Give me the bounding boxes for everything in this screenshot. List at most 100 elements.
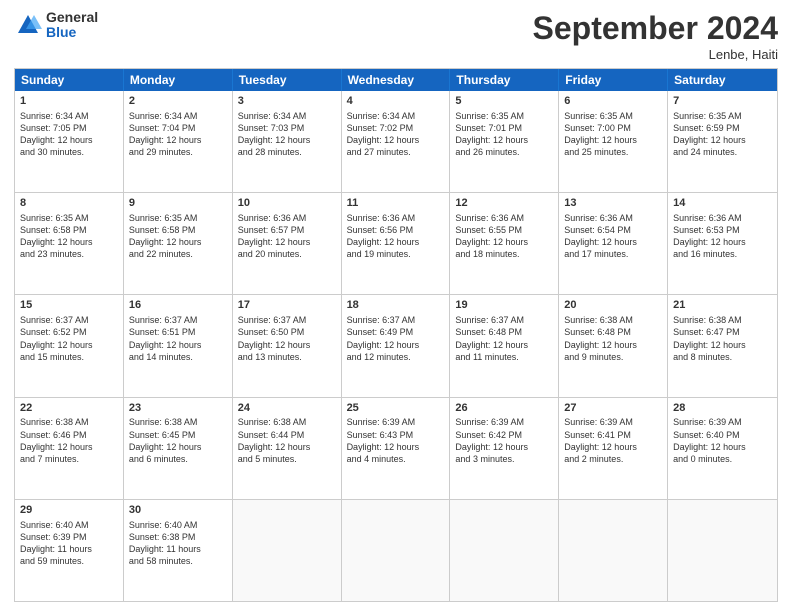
day-info: Sunrise: 6:35 AM [564, 110, 662, 122]
day-info: Sunrise: 6:38 AM [564, 314, 662, 326]
day-info: and 5 minutes. [238, 453, 336, 465]
day-info: and 17 minutes. [564, 248, 662, 260]
day-info: Daylight: 12 hours [455, 236, 553, 248]
month-title: September 2024 [533, 10, 778, 47]
day-number: 9 [129, 196, 227, 211]
day-info: Daylight: 11 hours [129, 543, 227, 555]
day-info: and 0 minutes. [673, 453, 772, 465]
day-info: Daylight: 12 hours [20, 441, 118, 453]
day-info: Sunset: 6:39 PM [20, 531, 118, 543]
cal-cell: 5Sunrise: 6:35 AMSunset: 7:01 PMDaylight… [450, 91, 559, 192]
day-info: and 18 minutes. [455, 248, 553, 260]
day-info: Sunrise: 6:35 AM [20, 212, 118, 224]
day-info: Sunrise: 6:34 AM [238, 110, 336, 122]
cal-cell: 14Sunrise: 6:36 AMSunset: 6:53 PMDayligh… [668, 193, 777, 294]
day-info: Daylight: 12 hours [129, 339, 227, 351]
day-info: Sunset: 7:04 PM [129, 122, 227, 134]
day-number: 20 [564, 298, 662, 313]
cal-cell [668, 500, 777, 601]
day-number: 16 [129, 298, 227, 313]
day-info: and 20 minutes. [238, 248, 336, 260]
day-number: 17 [238, 298, 336, 313]
day-info: Daylight: 12 hours [673, 236, 772, 248]
day-info: Daylight: 12 hours [238, 236, 336, 248]
day-info: and 3 minutes. [455, 453, 553, 465]
day-info: Sunset: 7:03 PM [238, 122, 336, 134]
cal-cell: 18Sunrise: 6:37 AMSunset: 6:49 PMDayligh… [342, 295, 451, 396]
day-info: Sunset: 7:00 PM [564, 122, 662, 134]
day-info: and 59 minutes. [20, 555, 118, 567]
cal-cell: 23Sunrise: 6:38 AMSunset: 6:45 PMDayligh… [124, 398, 233, 499]
location: Lenbe, Haiti [533, 47, 778, 62]
day-info: Sunrise: 6:38 AM [20, 416, 118, 428]
day-info: Daylight: 12 hours [455, 134, 553, 146]
day-info: Sunset: 6:43 PM [347, 429, 445, 441]
day-info: Sunrise: 6:37 AM [455, 314, 553, 326]
day-info: Sunrise: 6:36 AM [455, 212, 553, 224]
cal-cell: 22Sunrise: 6:38 AMSunset: 6:46 PMDayligh… [15, 398, 124, 499]
day-info: Sunrise: 6:39 AM [455, 416, 553, 428]
day-info: Sunset: 6:52 PM [20, 326, 118, 338]
day-info: Sunrise: 6:36 AM [238, 212, 336, 224]
day-info: and 12 minutes. [347, 351, 445, 363]
cal-cell: 10Sunrise: 6:36 AMSunset: 6:57 PMDayligh… [233, 193, 342, 294]
day-info: Daylight: 12 hours [564, 236, 662, 248]
cal-cell: 16Sunrise: 6:37 AMSunset: 6:51 PMDayligh… [124, 295, 233, 396]
day-info: Daylight: 11 hours [20, 543, 118, 555]
cal-cell: 21Sunrise: 6:38 AMSunset: 6:47 PMDayligh… [668, 295, 777, 396]
day-info: Sunrise: 6:39 AM [564, 416, 662, 428]
day-number: 25 [347, 401, 445, 416]
cal-cell: 17Sunrise: 6:37 AMSunset: 6:50 PMDayligh… [233, 295, 342, 396]
day-info: Sunrise: 6:38 AM [129, 416, 227, 428]
cal-cell: 19Sunrise: 6:37 AMSunset: 6:48 PMDayligh… [450, 295, 559, 396]
day-info: Sunset: 6:46 PM [20, 429, 118, 441]
cal-cell [559, 500, 668, 601]
day-info: Sunset: 6:38 PM [129, 531, 227, 543]
cal-header-day: Friday [559, 69, 668, 91]
day-number: 15 [20, 298, 118, 313]
cal-header-day: Sunday [15, 69, 124, 91]
day-number: 6 [564, 94, 662, 109]
day-info: Daylight: 12 hours [455, 339, 553, 351]
day-number: 28 [673, 401, 772, 416]
day-info: Sunrise: 6:36 AM [673, 212, 772, 224]
day-number: 24 [238, 401, 336, 416]
day-info: and 25 minutes. [564, 146, 662, 158]
day-info: Sunset: 6:51 PM [129, 326, 227, 338]
calendar-header: SundayMondayTuesdayWednesdayThursdayFrid… [15, 69, 777, 91]
day-info: Sunrise: 6:35 AM [129, 212, 227, 224]
logo-icon [14, 11, 42, 39]
cal-week-row: 1Sunrise: 6:34 AMSunset: 7:05 PMDaylight… [15, 91, 777, 193]
day-number: 29 [20, 503, 118, 518]
day-info: and 22 minutes. [129, 248, 227, 260]
day-info: and 13 minutes. [238, 351, 336, 363]
day-info: and 15 minutes. [20, 351, 118, 363]
day-info: Sunrise: 6:35 AM [673, 110, 772, 122]
cal-cell [450, 500, 559, 601]
day-info: Sunset: 6:59 PM [673, 122, 772, 134]
day-number: 18 [347, 298, 445, 313]
day-info: Sunrise: 6:37 AM [20, 314, 118, 326]
day-info: Sunset: 6:49 PM [347, 326, 445, 338]
day-info: Daylight: 12 hours [564, 134, 662, 146]
page: General Blue September 2024 Lenbe, Haiti… [0, 0, 792, 612]
day-info: Daylight: 12 hours [673, 339, 772, 351]
day-number: 4 [347, 94, 445, 109]
cal-cell: 3Sunrise: 6:34 AMSunset: 7:03 PMDaylight… [233, 91, 342, 192]
day-info: Sunrise: 6:34 AM [20, 110, 118, 122]
cal-cell: 29Sunrise: 6:40 AMSunset: 6:39 PMDayligh… [15, 500, 124, 601]
day-info: Daylight: 12 hours [673, 441, 772, 453]
day-info: Sunset: 6:57 PM [238, 224, 336, 236]
day-info: and 11 minutes. [455, 351, 553, 363]
day-info: Sunset: 7:05 PM [20, 122, 118, 134]
day-info: Sunrise: 6:34 AM [347, 110, 445, 122]
day-info: Daylight: 12 hours [564, 339, 662, 351]
cal-cell: 26Sunrise: 6:39 AMSunset: 6:42 PMDayligh… [450, 398, 559, 499]
day-info: and 24 minutes. [673, 146, 772, 158]
day-number: 8 [20, 196, 118, 211]
day-number: 19 [455, 298, 553, 313]
day-number: 12 [455, 196, 553, 211]
day-info: Sunrise: 6:35 AM [455, 110, 553, 122]
day-info: Sunrise: 6:34 AM [129, 110, 227, 122]
day-info: and 26 minutes. [455, 146, 553, 158]
